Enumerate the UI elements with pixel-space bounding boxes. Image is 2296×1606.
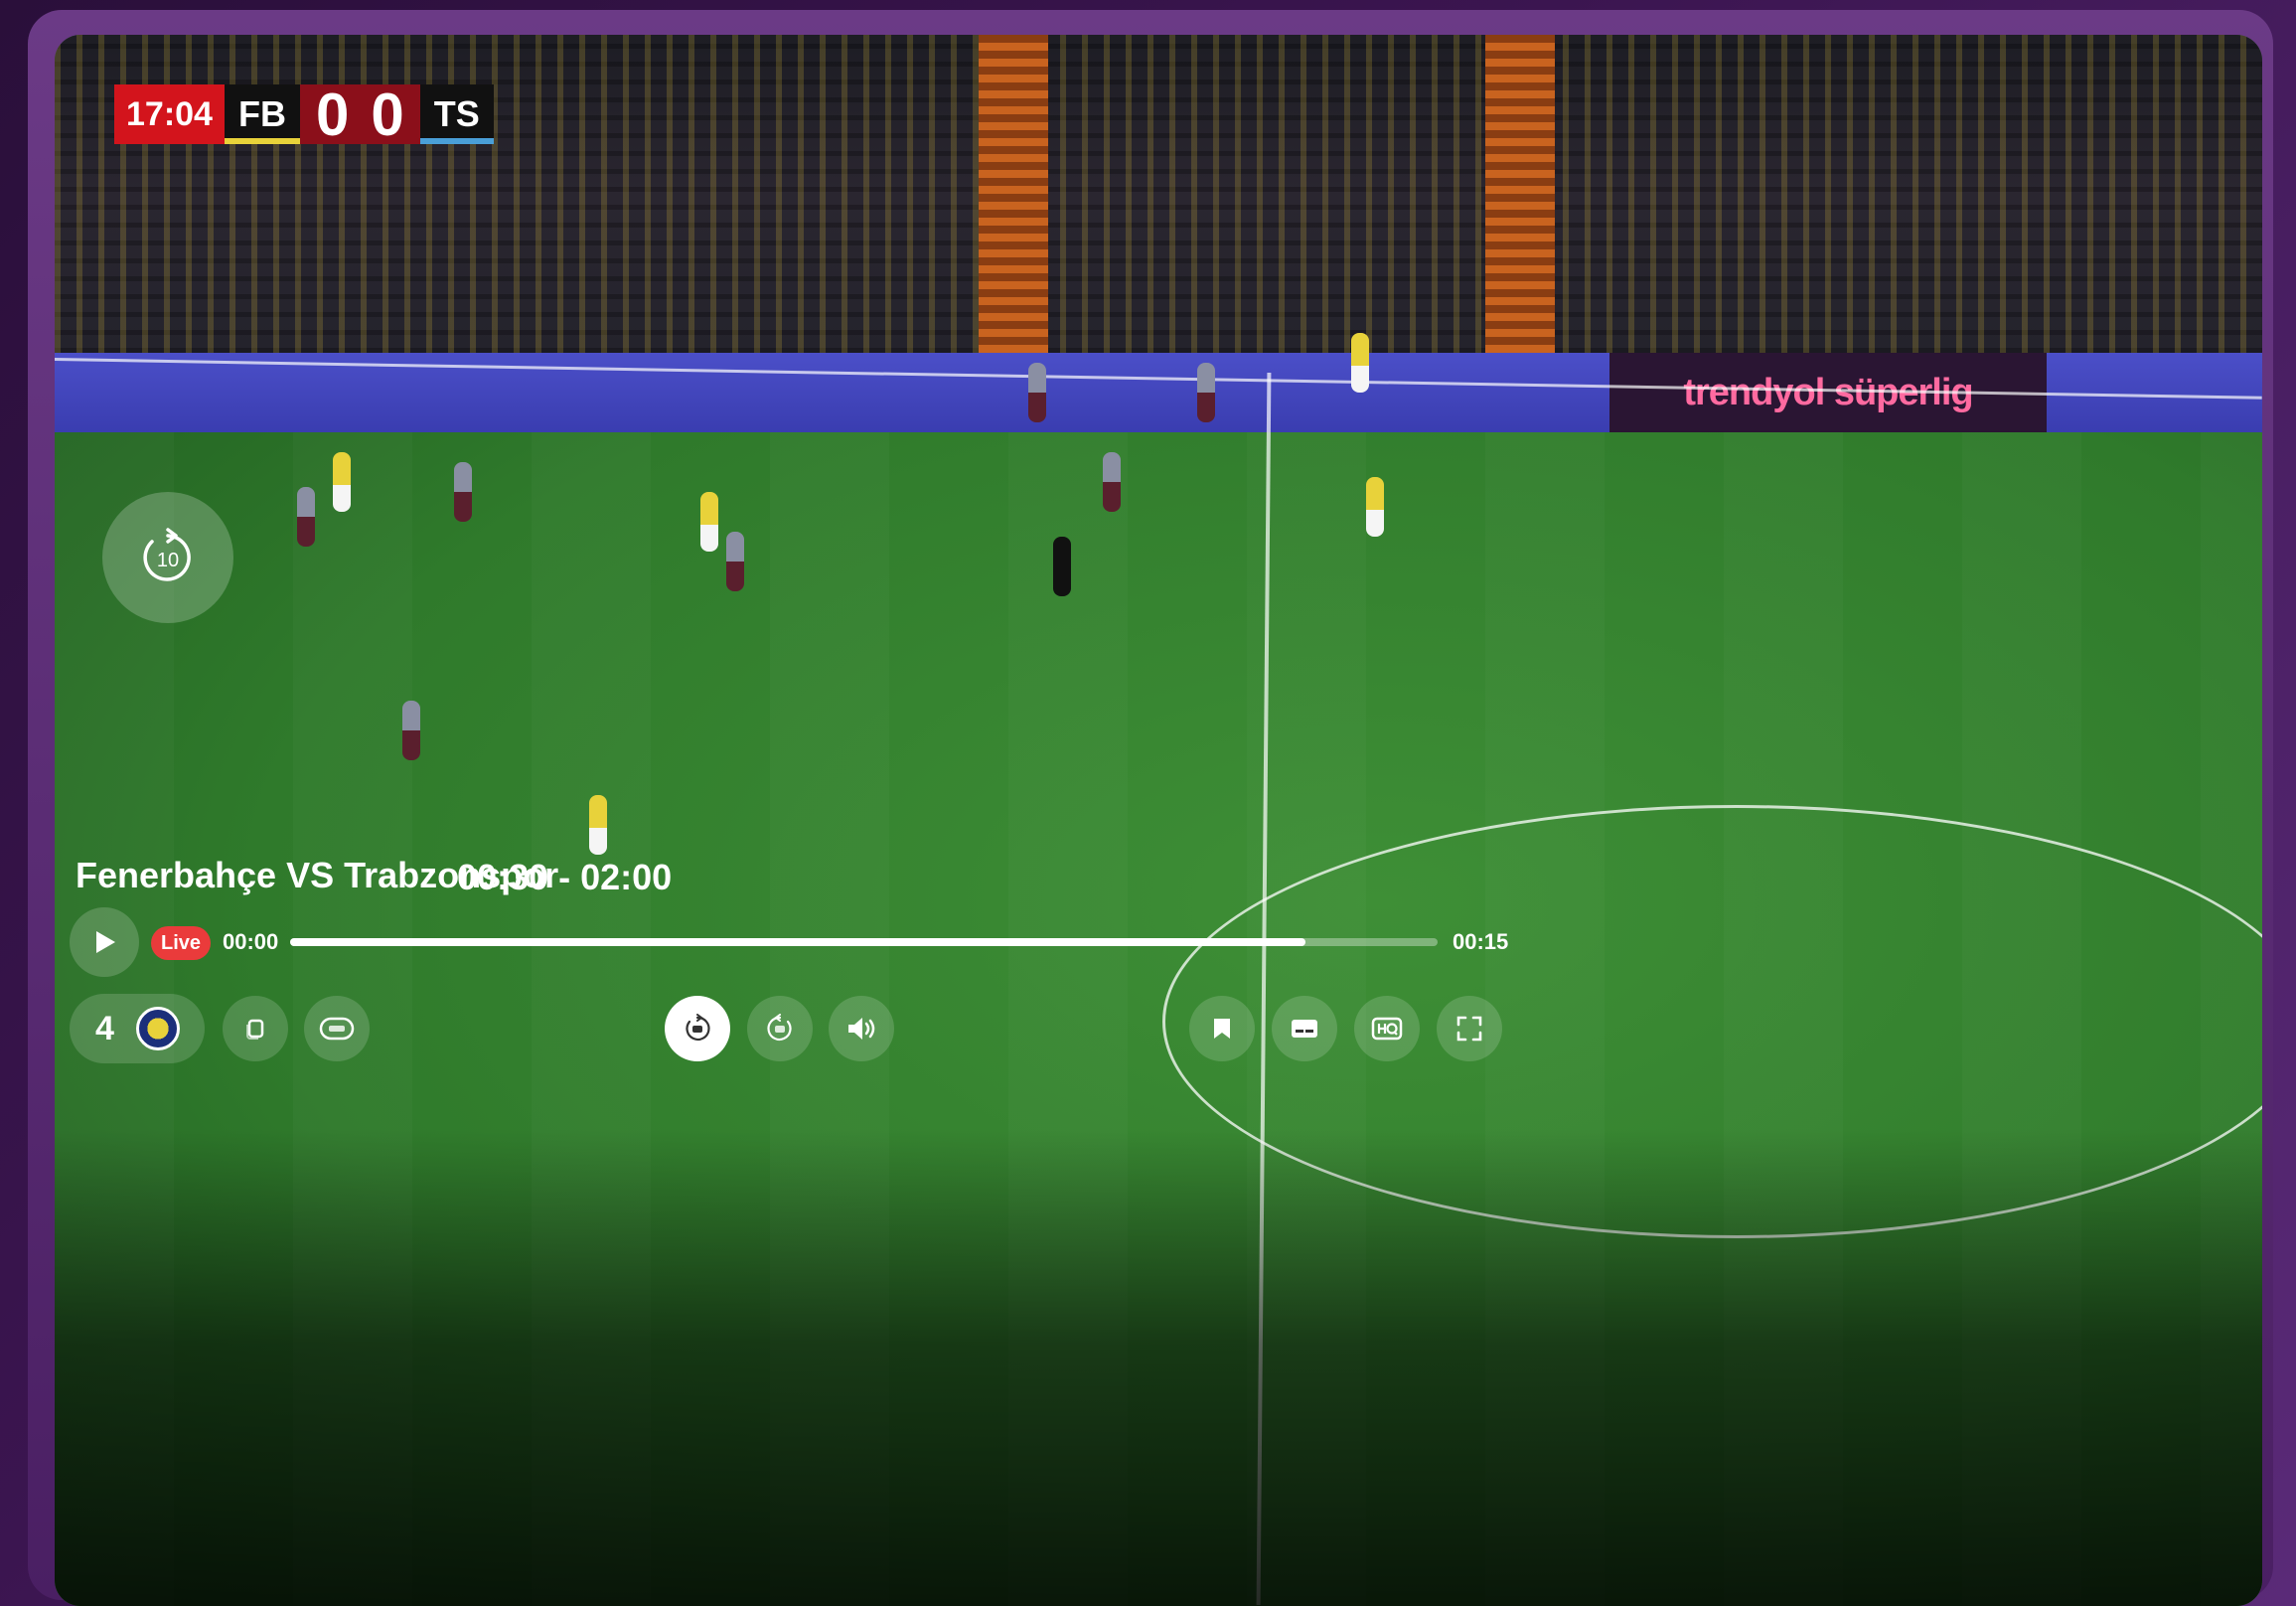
bookmark-icon — [1211, 1016, 1233, 1042]
channel-number: 4 — [95, 1009, 114, 1047]
player-figure — [1053, 537, 1071, 596]
bookmark-button[interactable] — [1189, 996, 1255, 1061]
home-team: FB — [224, 84, 300, 144]
player-figure — [1028, 363, 1046, 422]
player-figure — [1197, 363, 1215, 422]
player-figure — [589, 795, 607, 855]
rewind-10-button[interactable] — [665, 996, 730, 1061]
copy-button[interactable] — [223, 996, 288, 1061]
player-figure — [297, 487, 315, 547]
team-logo-icon — [135, 1007, 180, 1050]
player-figure — [402, 701, 420, 760]
volume-button[interactable] — [829, 996, 894, 1061]
player-figure — [454, 462, 472, 522]
player-figure — [1351, 333, 1369, 393]
forward-10-button[interactable] — [747, 996, 813, 1061]
fullscreen-icon — [1455, 1015, 1483, 1043]
player-figure — [700, 492, 718, 552]
fullscreen-button[interactable] — [1437, 996, 1502, 1061]
volume-icon — [845, 1015, 877, 1043]
svg-text:10: 10 — [157, 550, 179, 571]
hq-button[interactable] — [1354, 996, 1420, 1061]
away-goals: 0 — [371, 80, 404, 148]
player-figure — [726, 532, 744, 591]
subtitles-icon — [1290, 1017, 1319, 1041]
progress-fill — [290, 938, 1306, 946]
epg-icon — [319, 1016, 355, 1042]
match-time-range: 00:30 - 02:00 — [457, 857, 673, 897]
stand-stairs — [1485, 35, 1555, 353]
rewind-10-icon — [683, 1014, 712, 1044]
epg-button[interactable] — [304, 996, 370, 1061]
end-time: 00:15 — [1453, 929, 1509, 954]
replay-10-button[interactable]: 10 — [102, 492, 233, 623]
player-figure — [333, 452, 351, 512]
player-figure — [1366, 477, 1384, 537]
home-goals: 0 — [315, 80, 350, 148]
forward-10-icon — [765, 1014, 795, 1044]
subtitles-button[interactable] — [1272, 996, 1337, 1061]
match-clock: 17:04 — [114, 84, 225, 144]
channel-selector[interactable]: 4 — [70, 994, 205, 1063]
replay-10-icon: 10 — [138, 528, 198, 587]
scoreboard: 17:04 FB 0 0 TS — [114, 81, 494, 148]
play-button[interactable] — [70, 907, 139, 977]
video-player[interactable]: trendyol süperlig — [55, 35, 2262, 1606]
progress-bar[interactable] — [290, 938, 1438, 946]
live-badge[interactable]: Live — [151, 926, 211, 960]
copy-icon — [242, 1016, 268, 1042]
bottom-gradient — [55, 1129, 2262, 1606]
stand-stairs — [979, 35, 1048, 353]
player-figure — [1103, 452, 1121, 512]
away-team: TS — [419, 84, 494, 144]
hq-icon — [1371, 1016, 1403, 1042]
current-time: 00:00 — [223, 929, 279, 954]
score-goals: 0 0 — [299, 81, 420, 148]
play-icon — [90, 928, 118, 956]
